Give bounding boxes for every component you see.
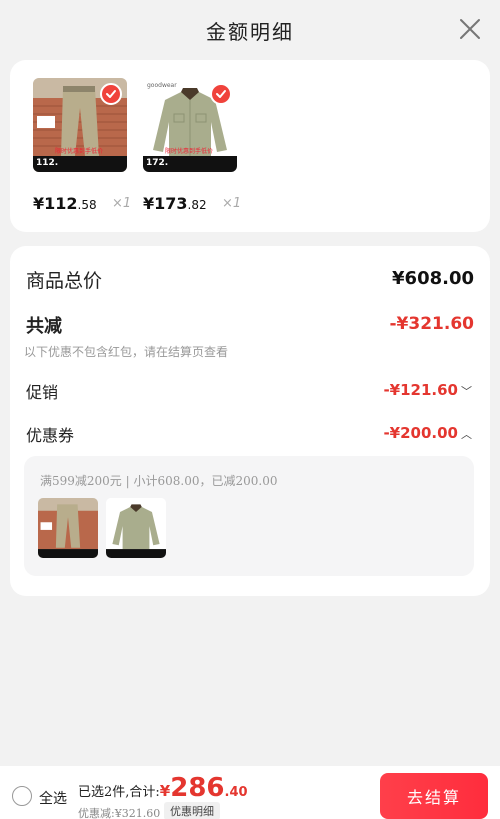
thumb-price-tag: 172. bbox=[143, 156, 237, 172]
thumb-banner: 限时优惠到手低价 bbox=[165, 148, 214, 155]
coupon-description: 满599减200元 | 小计608.00，已减200.00 bbox=[40, 474, 278, 488]
discount-label: 共减 bbox=[26, 316, 62, 337]
total-summary: 已选2件,合计:¥286.40 bbox=[78, 773, 248, 803]
sum-decimal: .40 bbox=[224, 785, 248, 800]
sum-integer: 286 bbox=[170, 773, 225, 803]
coupon-detail-box: 满599减200元 | 小计608.00，已减200.00 bbox=[24, 456, 474, 576]
product-price: ¥112.58 bbox=[33, 194, 97, 213]
checkout-bar: 全选 已选2件,合计:¥286.40 优惠减:¥321.60 优惠明细 去结算 bbox=[0, 766, 500, 819]
promo-label: 促销 bbox=[26, 383, 59, 402]
coupon-value: -¥200.00 bbox=[383, 424, 458, 442]
close-icon[interactable] bbox=[458, 17, 482, 41]
total-value: ¥608.00 bbox=[392, 268, 474, 289]
coupon-row-toggle[interactable]: -¥200.00 ︿ bbox=[383, 424, 472, 442]
sum-currency: ¥ bbox=[159, 782, 171, 800]
thumb-banner: 限时优惠到手低价 bbox=[55, 148, 104, 155]
discount-detail-button[interactable]: 优惠明细 bbox=[164, 802, 220, 819]
selected-check-icon[interactable] bbox=[100, 83, 122, 105]
select-all-label[interactable]: 全选 bbox=[39, 788, 67, 808]
product-price: ¥173.82 bbox=[143, 194, 207, 213]
select-all-radio[interactable] bbox=[12, 786, 32, 806]
chevron-up-icon: ︿ bbox=[461, 428, 472, 441]
product-card: 限时优惠到手低价 112. goodwear 限时优惠到手低价 172. ¥11… bbox=[10, 60, 490, 232]
product-quantity: ×1 bbox=[222, 196, 242, 211]
thumb-brand: goodwear bbox=[147, 82, 177, 89]
selected-check-icon[interactable] bbox=[210, 83, 232, 105]
header: 金额明细 bbox=[0, 0, 500, 60]
product-thumbnail-jacket[interactable]: goodwear 限时优惠到手低价 172. bbox=[143, 78, 237, 172]
coupon-product-thumbnail-jacket bbox=[106, 498, 166, 558]
promo-value: -¥121.60 bbox=[383, 381, 458, 399]
coupon-product-thumbnail-pants bbox=[38, 498, 98, 558]
page-title: 金额明细 bbox=[206, 19, 294, 44]
total-label: 商品总价 bbox=[26, 270, 103, 292]
chevron-down-icon: ﹀ bbox=[461, 385, 472, 398]
saved-amount: 优惠减:¥321.60 bbox=[78, 807, 161, 819]
product-thumbnail-pants[interactable]: 限时优惠到手低价 112. bbox=[33, 78, 127, 172]
price-details-card: 商品总价 ¥608.00 共减 -¥321.60 以下优惠不包含红包，请在结算页… bbox=[10, 246, 490, 596]
thumb-price-tag: 112. bbox=[33, 156, 127, 172]
checkout-button[interactable]: 去结算 bbox=[380, 773, 488, 819]
discount-note: 以下优惠不包含红包，请在结算页查看 bbox=[24, 345, 229, 359]
coupon-label: 优惠券 bbox=[26, 426, 75, 445]
product-quantity: ×1 bbox=[112, 196, 132, 211]
sum-label: 已选2件,合计: bbox=[78, 785, 160, 800]
promo-row-toggle[interactable]: -¥121.60 ﹀ bbox=[383, 381, 472, 399]
discount-value: -¥321.60 bbox=[389, 314, 475, 334]
